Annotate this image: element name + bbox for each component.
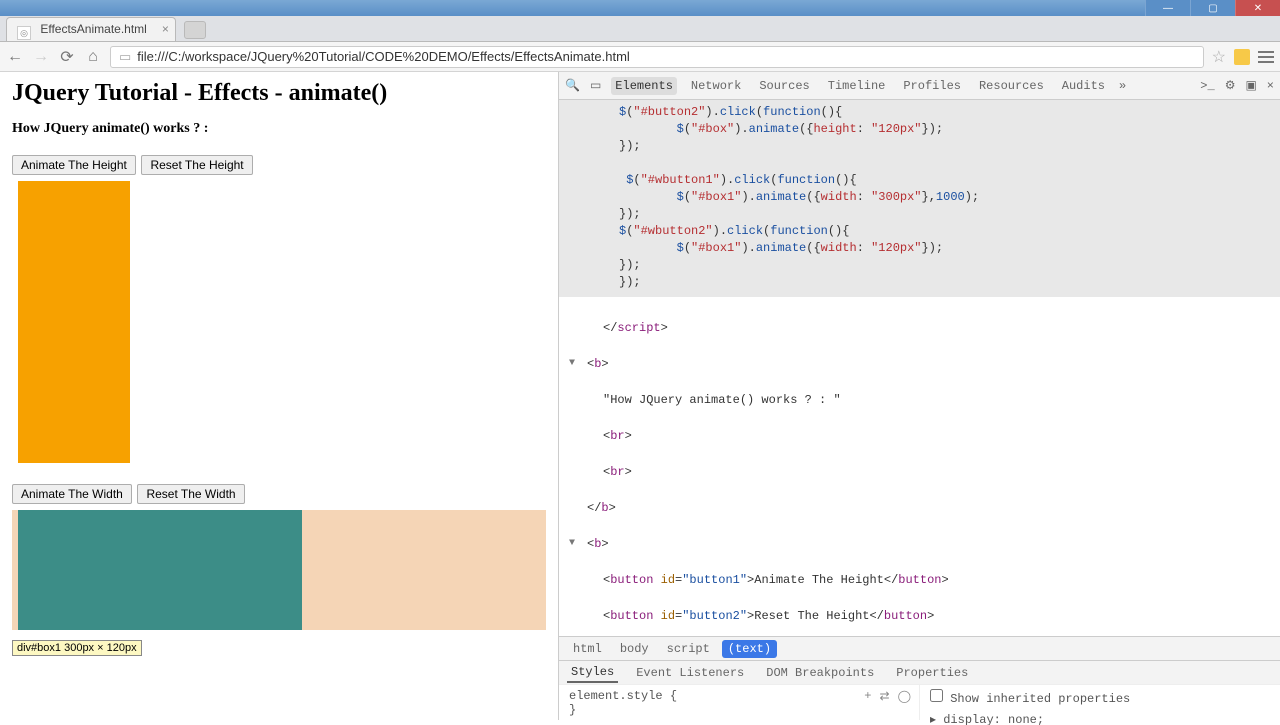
tab-network[interactable]: Network [687,77,745,95]
devtools-close-icon[interactable]: × [1267,79,1274,93]
crumb-body[interactable]: body [614,640,655,658]
styles-subtabs: Styles Event Listeners DOM Breakpoints P… [559,660,1280,684]
bookmark-icon[interactable]: ☆ [1212,47,1226,67]
size-tooltip: div#box1 300px × 120px [12,640,142,656]
extension-icon[interactable] [1234,49,1250,65]
script-source[interactable]: $("#button2").click(function(){ $("#box"… [559,100,1280,297]
devtools: 🔍 ▭ Elements Network Sources Timeline Pr… [558,72,1280,720]
styles-body: element.style { } + ⇄ ◯ Show inherited p… [559,684,1280,720]
inspect-highlight [12,510,546,630]
subtab-dom-breakpoints[interactable]: DOM Breakpoints [762,664,878,682]
overflow-icon[interactable]: » [1119,79,1126,93]
toggle-state-icon[interactable]: ⇄ [880,689,890,704]
menu-icon[interactable] [1258,51,1274,63]
page-title: JQuery Tutorial - Effects - animate() [12,80,546,107]
tab-sources[interactable]: Sources [755,77,813,95]
reset-width-button[interactable]: Reset The Width [137,484,244,504]
devtools-toolbar: 🔍 ▭ Elements Network Sources Timeline Pr… [559,72,1280,100]
window-maximize-button[interactable]: ▢ [1190,0,1235,16]
show-inherited-checkbox[interactable] [930,689,943,702]
reset-height-button[interactable]: Reset The Height [141,155,252,175]
disclose-icon[interactable]: ▼ [569,535,575,553]
animations-icon[interactable]: ◯ [898,689,911,704]
tab-timeline[interactable]: Timeline [824,77,890,95]
crumb-script[interactable]: script [661,640,716,658]
dock-icon[interactable]: ▣ [1245,78,1256,93]
browser-tabstrip: ◎ EffectsAnimate.html × [0,16,1280,42]
dom-text: "How JQuery animate() works ? : " [571,391,1272,409]
gear-icon[interactable]: ⚙ [1225,78,1236,93]
animate-width-button[interactable]: Animate The Width [12,484,132,504]
window-minimize-button[interactable]: — [1145,0,1190,16]
tab-resources[interactable]: Resources [975,77,1048,95]
main-split: JQuery Tutorial - Effects - animate() Ho… [0,72,1280,720]
home-button[interactable]: ⌂ [84,48,102,66]
new-style-rule-icon[interactable]: + [864,689,871,704]
elements-panel: $("#button2").click(function(){ $("#box"… [559,100,1280,720]
back-button[interactable]: ← [6,48,24,66]
computed-display: display: none; [943,713,1044,725]
inspect-icon[interactable]: 🔍 [565,78,580,93]
page-viewport: JQuery Tutorial - Effects - animate() Ho… [0,72,558,720]
dom-tree[interactable]: </script> ▼<b> "How JQuery animate() wor… [559,297,1280,636]
breadcrumb: html body script (text) [559,636,1280,660]
show-inherited-label: Show inherited properties [950,692,1130,706]
tab-audits[interactable]: Audits [1058,77,1109,95]
tab-close-icon[interactable]: × [162,23,169,35]
window-chrome: — ▢ ✕ [0,0,1280,16]
browser-tab[interactable]: ◎ EffectsAnimate.html × [6,17,176,41]
forward-button[interactable]: → [32,48,50,66]
element-style-block[interactable]: element.style { } + ⇄ ◯ [559,685,920,720]
device-icon[interactable]: ▭ [590,78,601,93]
console-icon[interactable]: >_ [1200,79,1214,93]
crumb-text[interactable]: (text) [722,640,777,658]
subtab-listeners[interactable]: Event Listeners [632,664,748,682]
tab-profiles[interactable]: Profiles [899,77,965,95]
url-field[interactable]: ▭ file:///C:/workspace/JQuery%20Tutorial… [110,46,1204,68]
url-text: file:///C:/workspace/JQuery%20Tutorial/C… [137,49,630,64]
reload-button[interactable]: ⟳ [58,48,76,66]
disclose-icon[interactable]: ▼ [569,355,575,373]
browser-toolbar: ← → ⟳ ⌂ ▭ file:///C:/workspace/JQuery%20… [0,42,1280,72]
box1 [18,510,302,630]
window-close-button[interactable]: ✕ [1235,0,1280,16]
new-tab-button[interactable] [184,21,206,39]
tab-title: EffectsAnimate.html [40,22,147,36]
page-icon: ◎ [17,26,31,40]
box [18,181,130,463]
subtab-properties[interactable]: Properties [892,664,972,682]
subtab-styles[interactable]: Styles [567,663,618,683]
animate-height-button[interactable]: Animate The Height [12,155,136,175]
crumb-html[interactable]: html [567,640,608,658]
computed-block[interactable]: Show inherited properties ▸ display: non… [920,685,1280,720]
tab-elements[interactable]: Elements [611,77,677,95]
page-subtitle: How JQuery animate() works ? : [12,121,546,137]
page-info-icon[interactable]: ▭ [119,49,131,65]
